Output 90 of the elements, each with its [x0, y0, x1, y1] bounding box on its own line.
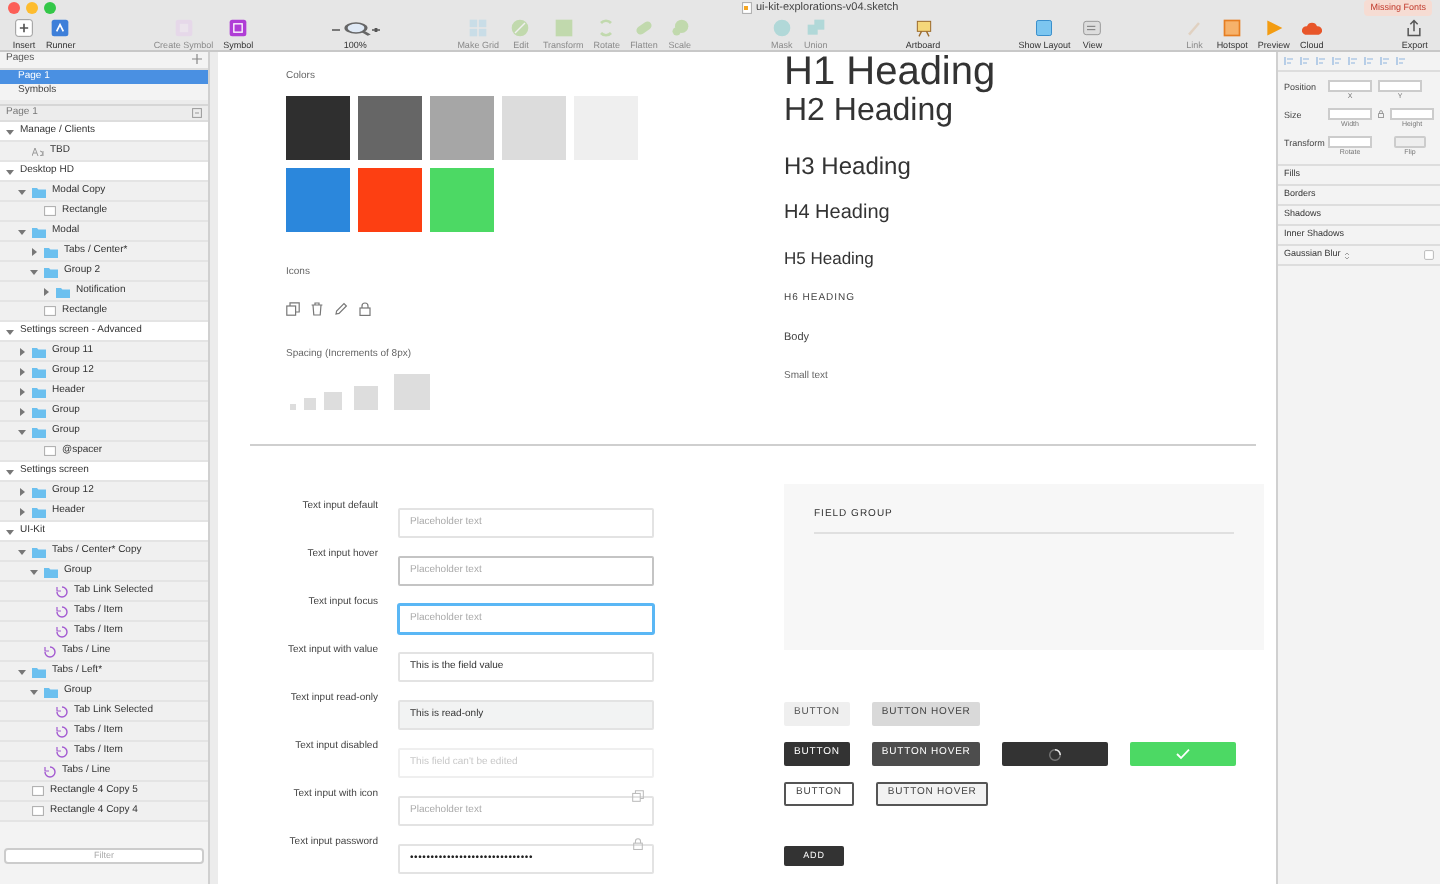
disclosure-triangle-icon[interactable]	[18, 667, 26, 675]
flip-button[interactable]	[1394, 136, 1426, 148]
loading-button[interactable]	[1002, 742, 1109, 766]
symbol-icon	[56, 745, 68, 757]
disclosure-triangle-icon[interactable]	[6, 127, 14, 135]
rectangle-icon	[44, 206, 56, 216]
success-button[interactable]	[1130, 742, 1237, 766]
disclosure-triangle-icon[interactable]	[18, 487, 26, 495]
upload-icon	[1404, 17, 1425, 38]
align-icon[interactable]	[1300, 56, 1310, 66]
symbol-icon	[56, 585, 68, 597]
align-icon[interactable]	[1284, 56, 1294, 66]
disclosure-triangle-icon[interactable]	[18, 227, 26, 235]
rectangle-icon	[44, 446, 56, 456]
copy-icon	[286, 302, 300, 316]
close-button[interactable]	[8, 2, 20, 15]
document-icon	[742, 2, 752, 15]
circle-icon	[771, 17, 792, 38]
align-icon[interactable]	[1316, 56, 1326, 66]
panel-icon[interactable]	[192, 107, 202, 118]
disclosure-triangle-icon[interactable]	[6, 327, 14, 335]
disclosure-triangle-icon[interactable]	[18, 187, 26, 195]
disclosure-triangle-icon[interactable]	[18, 427, 26, 435]
copy-icon[interactable]	[632, 789, 644, 801]
symbol-icon	[56, 625, 68, 637]
heading: H2 Heading	[784, 93, 953, 132]
symbol-icon	[56, 725, 68, 737]
disclosure-triangle-icon[interactable]	[6, 467, 14, 475]
grid-icon	[468, 17, 489, 38]
square-icon	[1034, 17, 1055, 38]
heading: H4 Heading	[784, 200, 890, 228]
pencil-icon	[1184, 17, 1205, 38]
heading: H1 Heading	[784, 52, 996, 92]
zoom-button[interactable]	[44, 2, 56, 15]
align-icon[interactable]	[1332, 56, 1342, 66]
disclosure-triangle-icon[interactable]	[18, 347, 26, 355]
disclosure-triangle-icon[interactable]	[30, 687, 38, 695]
number-field[interactable]	[1378, 80, 1422, 92]
blob-icon	[669, 17, 690, 38]
symbol-icon	[56, 705, 68, 717]
symbol-icon	[44, 645, 56, 657]
disclosure-triangle-icon[interactable]	[18, 407, 26, 415]
number-field[interactable]	[1328, 108, 1372, 120]
disclosure-triangle-icon[interactable]	[30, 567, 38, 575]
circle-icon	[510, 17, 531, 38]
runner-icon	[50, 17, 71, 38]
checkbox[interactable]	[1424, 250, 1434, 260]
disclosure-triangle-icon[interactable]	[18, 547, 26, 555]
pencil-icon	[334, 302, 348, 316]
rectangle-icon	[44, 306, 56, 316]
play-icon	[1263, 17, 1284, 38]
align-icon[interactable]	[1364, 56, 1374, 66]
heading: H5 Heading	[784, 246, 874, 270]
easel-icon	[913, 17, 934, 38]
checkmark-icon	[1176, 748, 1191, 760]
number-field[interactable]	[1390, 108, 1434, 120]
disclosure-triangle-icon[interactable]	[18, 507, 26, 515]
spinner-icon	[1048, 747, 1063, 761]
disclosure-triangle-icon[interactable]	[42, 287, 50, 295]
disclosure-triangle-icon[interactable]	[18, 387, 26, 395]
disclosure-triangle-icon[interactable]	[30, 267, 38, 275]
plus-icon	[14, 17, 34, 38]
rotate-icon	[596, 17, 617, 38]
align-icon[interactable]	[1380, 56, 1390, 66]
lock-icon	[358, 302, 372, 316]
stepper-icon[interactable]	[1344, 251, 1351, 259]
cloud-icon	[1301, 17, 1322, 38]
symbol-icon	[56, 605, 68, 617]
lock-icon[interactable]	[632, 837, 644, 849]
disclosure-triangle-icon[interactable]	[30, 247, 38, 255]
symbol-icon	[228, 17, 249, 38]
number-field[interactable]	[1328, 80, 1372, 92]
number-field[interactable]	[1328, 136, 1372, 148]
align-icon[interactable]	[1348, 56, 1358, 66]
squares-icon	[805, 17, 826, 38]
square-icon	[1222, 17, 1243, 38]
minimize-button[interactable]	[26, 2, 38, 15]
align-icon[interactable]	[1396, 56, 1406, 66]
disclosure-triangle-icon[interactable]	[6, 527, 14, 535]
text-layer-icon	[32, 147, 44, 155]
view-icon	[1082, 17, 1103, 38]
zoom-icon	[331, 17, 380, 38]
disclosure-triangle-icon[interactable]	[6, 167, 14, 175]
square-icon	[553, 17, 574, 38]
disclosure-triangle-icon[interactable]	[18, 367, 26, 375]
lock-icon[interactable]	[1378, 110, 1384, 118]
symbol-icon	[44, 765, 56, 777]
trash-icon	[310, 302, 324, 316]
add-icon[interactable]	[192, 54, 202, 65]
heading: H3 Heading	[784, 150, 911, 182]
